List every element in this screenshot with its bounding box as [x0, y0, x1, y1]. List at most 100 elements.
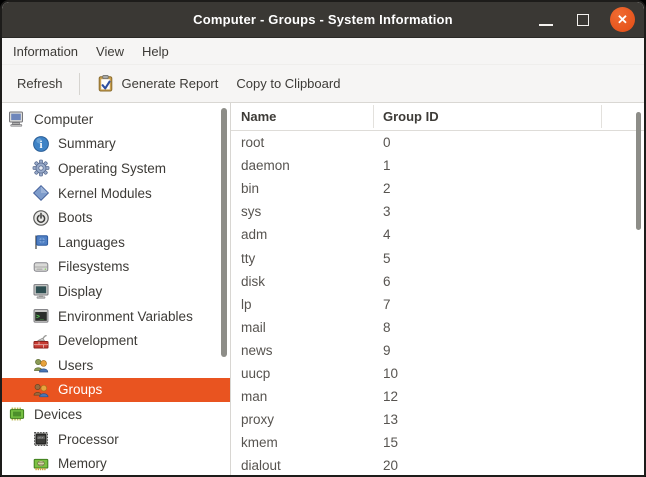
- cell-group-id: 2: [373, 181, 391, 196]
- harddisk-icon: [32, 258, 50, 276]
- generate-report-button[interactable]: Generate Report: [87, 67, 228, 100]
- cell-group-id: 12: [373, 389, 398, 404]
- sidebar-item-summary[interactable]: i Summary: [2, 132, 230, 157]
- table-row[interactable]: daemon1: [231, 154, 644, 177]
- svg-text:i: i: [39, 139, 42, 151]
- toolbar-separator: [79, 73, 80, 95]
- cell-name: proxy: [231, 412, 373, 427]
- copy-to-clipboard-button-label: Copy to Clipboard: [236, 76, 340, 91]
- close-button[interactable]: ✕: [610, 7, 635, 32]
- sidebar-item-boots[interactable]: Boots: [2, 205, 230, 230]
- sidebar-item-label: Languages: [58, 235, 125, 250]
- close-icon: ✕: [617, 12, 628, 28]
- sidebar-item-groups[interactable]: Groups: [2, 378, 230, 403]
- sidebar-item-label: Development: [58, 333, 138, 348]
- table-row[interactable]: adm4: [231, 223, 644, 246]
- table-row[interactable]: news9: [231, 339, 644, 362]
- main-panel: Name Group ID root0daemon1bin2sys3adm4tt…: [231, 103, 644, 475]
- minimize-button[interactable]: [536, 10, 556, 30]
- copy-to-clipboard-button[interactable]: Copy to Clipboard: [227, 69, 349, 98]
- cell-name: lp: [231, 297, 373, 312]
- sidebar-item-label: Computer: [34, 112, 93, 127]
- gear-icon: [32, 159, 50, 177]
- cell-group-id: 20: [373, 458, 398, 473]
- table-row[interactable]: uucp10: [231, 362, 644, 385]
- groups-icon: [32, 381, 50, 399]
- sidebar-item-users[interactable]: Users: [2, 353, 230, 378]
- column-divider[interactable]: [373, 105, 374, 128]
- cell-name: kmem: [231, 435, 373, 450]
- table-row[interactable]: bin2: [231, 177, 644, 200]
- sidebar-item-operating-system[interactable]: Operating System: [2, 156, 230, 181]
- window-controls: ✕: [536, 2, 635, 37]
- sidebar-item-memory[interactable]: Memory: [2, 451, 230, 475]
- sidebar-item-label: Operating System: [58, 161, 166, 176]
- cell-group-id: 13: [373, 412, 398, 427]
- cell-name: dialout: [231, 458, 373, 473]
- sidebar-item-label: Kernel Modules: [58, 186, 152, 201]
- menu-help[interactable]: Help: [133, 39, 178, 64]
- report-clipboard-icon: [96, 74, 115, 93]
- table-row[interactable]: proxy13: [231, 408, 644, 431]
- sidebar-item-environment-variables[interactable]: >_Environment Variables: [2, 304, 230, 329]
- column-divider[interactable]: [601, 105, 602, 128]
- sidebar-item-development[interactable]: Development: [2, 328, 230, 353]
- sidebar-item-display[interactable]: Display: [2, 279, 230, 304]
- table-row[interactable]: disk6: [231, 270, 644, 293]
- menu-information[interactable]: Information: [4, 39, 87, 64]
- table-row[interactable]: dialout20: [231, 454, 644, 475]
- cell-group-id: 7: [373, 297, 391, 312]
- table-row[interactable]: man12: [231, 385, 644, 408]
- sidebar-item-devices[interactable]: Devices: [2, 402, 230, 427]
- devices-icon: [8, 405, 26, 423]
- cell-group-id: 10: [373, 366, 398, 381]
- sidebar-item-languages[interactable]: Languages: [2, 230, 230, 255]
- processor-icon: intel: [32, 430, 50, 448]
- cell-name: disk: [231, 274, 373, 289]
- cell-name: sys: [231, 204, 373, 219]
- window-title: Computer - Groups - System Information: [193, 12, 453, 27]
- memory-icon: [32, 455, 50, 473]
- display-icon: [32, 282, 50, 300]
- cell-name: mail: [231, 320, 373, 335]
- sidebar-item-processor[interactable]: intelProcessor: [2, 427, 230, 452]
- menu-view[interactable]: View: [87, 39, 133, 64]
- power-icon: [32, 209, 50, 227]
- table-row[interactable]: mail8: [231, 316, 644, 339]
- cell-group-id: 3: [373, 204, 391, 219]
- sidebar-tree: Computer i Summary Operating System Kernel M…: [2, 103, 230, 475]
- sidebar-item-label: Users: [58, 358, 93, 373]
- table-row[interactable]: root0: [231, 131, 644, 154]
- menubar: Information View Help: [2, 38, 644, 65]
- module-icon: [32, 184, 50, 202]
- refresh-button[interactable]: Refresh: [8, 69, 72, 98]
- sidebar-item-label: Boots: [58, 210, 93, 225]
- column-header-group-id[interactable]: Group ID: [373, 109, 439, 124]
- cell-group-id: 5: [373, 251, 391, 266]
- svg-text:intel: intel: [37, 435, 45, 439]
- column-header-name[interactable]: Name: [231, 109, 373, 124]
- table-row[interactable]: tty5: [231, 246, 644, 269]
- cell-group-id: 8: [373, 320, 391, 335]
- cell-name: root: [231, 135, 373, 150]
- content-area: Computer i Summary Operating System Kernel M…: [2, 103, 644, 475]
- computer-icon: [8, 110, 26, 128]
- table-row[interactable]: lp7: [231, 293, 644, 316]
- language-icon: [32, 233, 50, 251]
- table-scrollbar[interactable]: [636, 112, 641, 230]
- sidebar-scrollbar[interactable]: [221, 108, 227, 357]
- svg-text:>_: >_: [36, 314, 44, 321]
- cell-name: tty: [231, 251, 373, 266]
- sidebar-item-filesystems[interactable]: Filesystems: [2, 255, 230, 280]
- table-row[interactable]: sys3: [231, 200, 644, 223]
- sidebar-item-computer[interactable]: Computer: [2, 107, 230, 132]
- table-header: Name Group ID: [231, 103, 644, 131]
- sidebar: Computer i Summary Operating System Kernel M…: [2, 103, 231, 475]
- sidebar-item-label: Summary: [58, 136, 116, 151]
- cell-name: adm: [231, 227, 373, 242]
- maximize-button[interactable]: [573, 10, 593, 30]
- titlebar[interactable]: Computer - Groups - System Information ✕: [2, 2, 644, 38]
- sidebar-item-kernel-modules[interactable]: Kernel Modules: [2, 181, 230, 206]
- sidebar-item-label: Display: [58, 284, 102, 299]
- table-row[interactable]: kmem15: [231, 431, 644, 454]
